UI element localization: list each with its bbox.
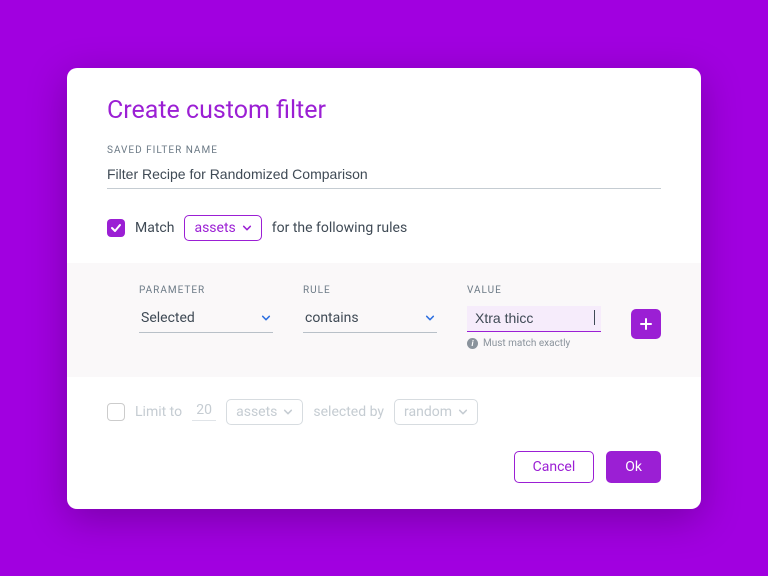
parameter-column: PARAMETER Selected (139, 285, 273, 333)
match-pre-text: Match (135, 220, 174, 236)
plus-icon (639, 317, 653, 331)
chevron-down-icon (425, 313, 435, 323)
rules-row: PARAMETER Selected RULE contains VALUE (139, 285, 661, 349)
cancel-button[interactable]: Cancel (514, 451, 595, 483)
text-cursor (594, 310, 595, 325)
match-checkbox[interactable] (107, 219, 125, 237)
modal-title: Create custom filter (107, 96, 661, 125)
check-icon (110, 222, 122, 234)
chevron-down-icon (458, 407, 468, 417)
filter-name-input[interactable] (107, 162, 661, 189)
rule-value: contains (305, 310, 359, 326)
rule-header: RULE (303, 285, 437, 296)
limit-mid-text: selected by (313, 404, 384, 420)
parameter-value: Selected (141, 310, 195, 326)
value-input[interactable] (475, 310, 592, 326)
value-header: VALUE (467, 285, 601, 296)
limit-checkbox[interactable] (107, 403, 125, 421)
rule-select[interactable]: contains (303, 306, 437, 333)
modal-footer: Cancel Ok (107, 451, 661, 483)
info-icon: i (467, 338, 478, 349)
match-target-select[interactable]: assets (184, 215, 261, 241)
add-rule-button[interactable] (631, 309, 661, 339)
limit-pre-text: Limit to (135, 404, 182, 420)
match-target-value: assets (194, 220, 235, 236)
filter-name-label: SAVED FILTER NAME (107, 145, 661, 156)
parameter-header: PARAMETER (139, 285, 273, 296)
rule-column: RULE contains (303, 285, 437, 333)
value-hint-text: Must match exactly (483, 338, 570, 349)
chevron-down-icon (261, 313, 271, 323)
limit-method-value: random (404, 404, 452, 420)
rules-panel: PARAMETER Selected RULE contains VALUE (67, 263, 701, 377)
match-post-text: for the following rules (272, 220, 407, 236)
limit-count[interactable]: 20 (192, 402, 216, 421)
ok-button[interactable]: Ok (606, 451, 661, 483)
chevron-down-icon (283, 407, 293, 417)
value-input-wrap[interactable] (467, 306, 601, 332)
limit-method-select[interactable]: random (394, 399, 478, 425)
create-filter-modal: Create custom filter SAVED FILTER NAME M… (67, 68, 701, 509)
chevron-down-icon (242, 223, 252, 233)
match-row: Match assets for the following rules (107, 215, 661, 241)
limit-unit-select[interactable]: assets (226, 399, 303, 425)
limit-unit-value: assets (236, 404, 277, 420)
value-column: VALUE i Must match exactly (467, 285, 601, 349)
value-hint: i Must match exactly (467, 338, 601, 349)
limit-row: Limit to 20 assets selected by random (107, 399, 661, 425)
parameter-select[interactable]: Selected (139, 306, 273, 333)
